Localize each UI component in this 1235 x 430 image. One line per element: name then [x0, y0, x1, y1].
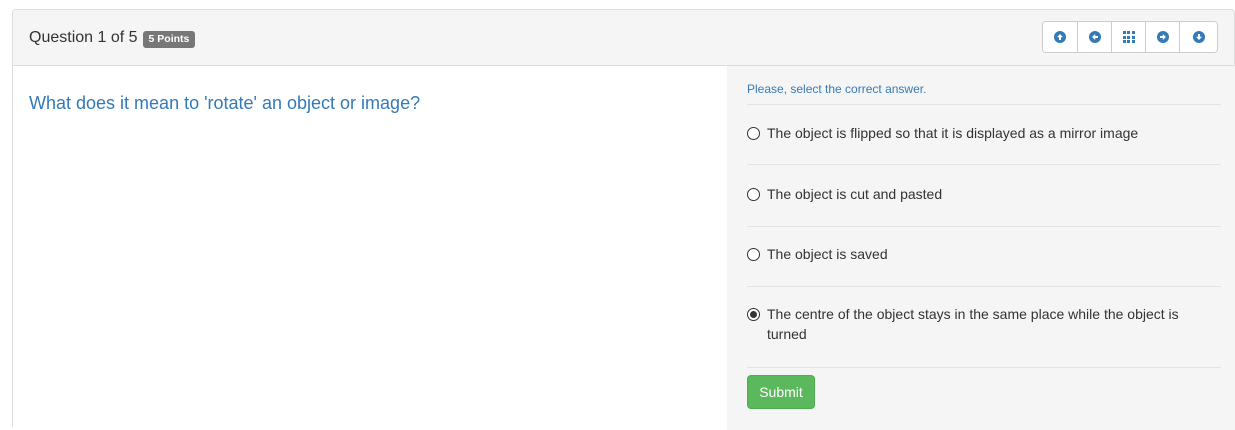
answer-option-4[interactable]: The centre of the object stays in the sa… [747, 304, 1205, 344]
arrow-up-circle-icon [1054, 31, 1066, 43]
question-header: Question 1 of 5 5 Points [29, 29, 196, 48]
divider [747, 164, 1221, 165]
submit-button[interactable]: Submit [747, 375, 815, 409]
radio-button[interactable] [747, 127, 760, 140]
points-badge: 5 Points [142, 30, 196, 48]
panel-heading: Question 1 of 5 5 Points [13, 10, 1234, 66]
last-question-button[interactable] [1180, 22, 1217, 52]
answer-option-label: The object is flipped so that it is disp… [767, 125, 1139, 141]
answer-option-label: The object is cut and pasted [767, 186, 943, 202]
arrow-left-circle-icon [1088, 31, 1101, 43]
question-nav-group [1042, 21, 1218, 53]
question-column: What does it mean to 'rotate' an object … [13, 66, 727, 430]
divider [747, 286, 1221, 287]
next-question-button[interactable] [1146, 22, 1180, 52]
grid-icon [1122, 31, 1135, 43]
previous-question-button[interactable] [1078, 22, 1112, 52]
answer-option-3[interactable]: The object is saved [747, 244, 1205, 264]
arrow-down-circle-icon [1192, 31, 1205, 43]
question-overview-button[interactable] [1112, 22, 1146, 52]
divider [747, 226, 1221, 227]
answer-option-2[interactable]: The object is cut and pasted [747, 184, 1205, 204]
radio-button[interactable] [747, 248, 760, 261]
answer-option-label: The object is saved [767, 246, 888, 262]
question-counter: Question 1 of 5 [29, 29, 138, 46]
answer-column: Please, select the correct answer. The o… [727, 66, 1235, 430]
arrow-right-circle-icon [1156, 31, 1169, 43]
divider [747, 104, 1221, 105]
divider [747, 367, 1221, 368]
question-text: What does it mean to 'rotate' an object … [29, 93, 421, 113]
answer-instruction: Please, select the correct answer. [747, 82, 927, 96]
question-panel: Question 1 of 5 5 Points What does it me… [12, 9, 1235, 430]
answer-option-label: The centre of the object stays in the sa… [767, 306, 1179, 342]
radio-button-selected[interactable] [747, 308, 760, 321]
answer-option-1[interactable]: The object is flipped so that it is disp… [747, 123, 1205, 143]
radio-button[interactable] [747, 188, 760, 201]
first-question-button[interactable] [1043, 22, 1078, 52]
